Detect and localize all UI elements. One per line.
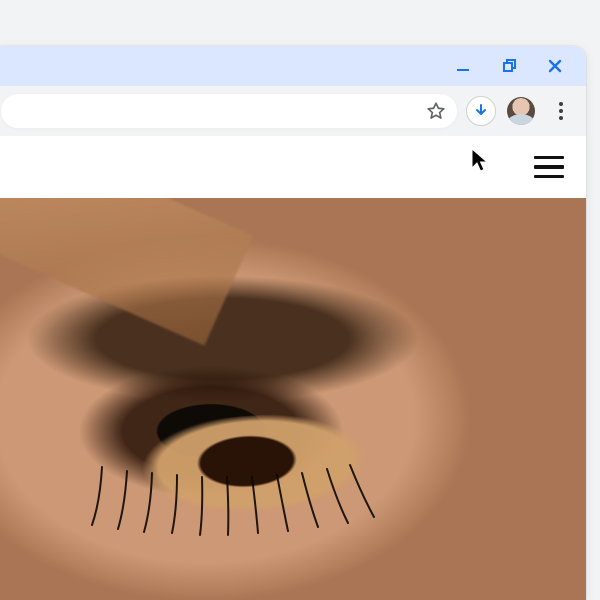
- downloads-icon: [466, 96, 496, 126]
- chrome-menu-button[interactable]: [544, 94, 578, 128]
- restore-icon: [501, 58, 517, 74]
- restore-button[interactable]: [486, 46, 532, 86]
- tab-strip: [0, 46, 586, 86]
- close-icon: [547, 58, 563, 74]
- site-header: [0, 136, 586, 198]
- minimize-icon: [455, 58, 471, 74]
- browser-window: [0, 46, 586, 600]
- minimize-button[interactable]: [440, 46, 486, 86]
- downloads-button[interactable]: [464, 94, 498, 128]
- close-button[interactable]: [532, 46, 578, 86]
- cursor-icon: [470, 148, 490, 174]
- address-bar[interactable]: [0, 93, 458, 129]
- avatar: [507, 97, 535, 125]
- page-content: [0, 136, 586, 600]
- bookmark-star-icon[interactable]: [425, 100, 447, 122]
- kebab-icon: [559, 102, 563, 120]
- profile-button[interactable]: [504, 94, 538, 128]
- browser-toolbar: [0, 86, 586, 136]
- site-menu-button[interactable]: [534, 156, 564, 179]
- hero-image: [0, 198, 586, 600]
